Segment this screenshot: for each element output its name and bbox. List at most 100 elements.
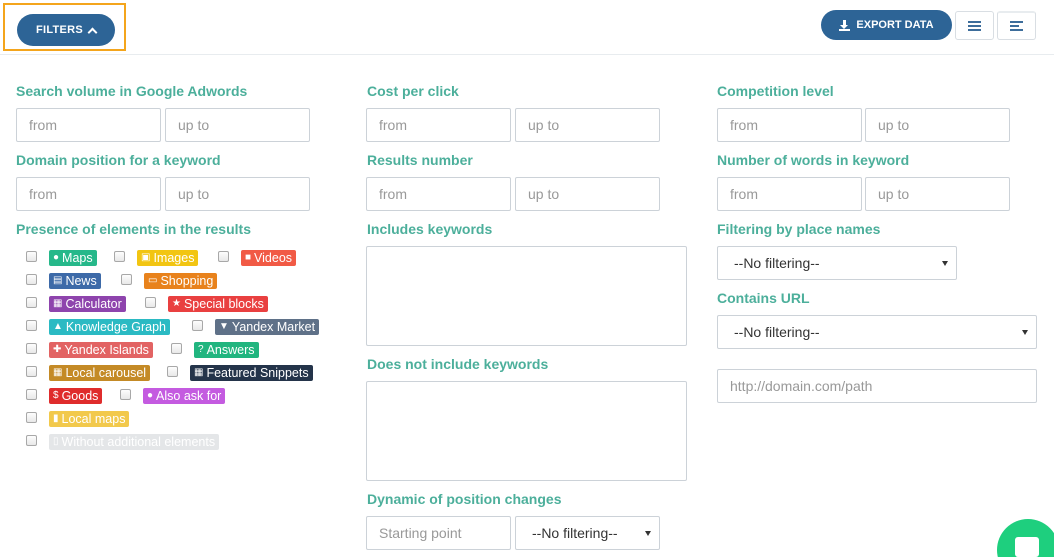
- newspaper-icon: ▤: [53, 275, 63, 286]
- words-count-to-input[interactable]: up to: [865, 177, 1010, 211]
- element-checkbox[interactable]: [114, 251, 125, 262]
- cart-icon: ▼: [219, 321, 229, 332]
- export-data-button[interactable]: EXPORT DATA: [821, 10, 952, 40]
- element-badge: ● Maps: [49, 250, 97, 266]
- url-input[interactable]: http://domain.com/path: [717, 369, 1037, 403]
- money-icon: ▭: [148, 275, 158, 286]
- element-badge-label: Local carousel: [65, 366, 147, 380]
- place-names-select[interactable]: --No filtering--: [717, 246, 957, 280]
- image-icon: ▣: [141, 252, 151, 263]
- element-checkbox[interactable]: [26, 366, 37, 377]
- video-icon: ■: [245, 252, 252, 263]
- element-badge-label: Images: [153, 251, 195, 265]
- cost-per-click-label: Cost per click: [367, 83, 459, 99]
- element-badge-label: Shopping: [160, 274, 214, 288]
- element-checkbox[interactable]: [26, 297, 37, 308]
- star-icon: ★: [172, 298, 181, 309]
- search-volume-from-input[interactable]: from: [16, 108, 161, 142]
- element-badge-label: Local maps: [61, 412, 126, 426]
- contains-url-label: Contains URL: [717, 290, 810, 306]
- chat-widget-button[interactable]: [997, 519, 1054, 557]
- element-badge-label: News: [65, 274, 97, 288]
- element-badge: $ Goods: [49, 388, 103, 404]
- element-badge-label: Maps: [62, 251, 93, 265]
- element-badge-label: Yandex Islands: [64, 343, 149, 357]
- chat-icon: [1015, 537, 1039, 557]
- element-checkbox[interactable]: [218, 251, 229, 262]
- element-checkbox[interactable]: [26, 320, 37, 331]
- not-includes-keywords-textarea[interactable]: [366, 381, 687, 481]
- element-badge-label: Answers: [206, 343, 255, 357]
- element-checkbox[interactable]: [145, 297, 156, 308]
- element-checkbox[interactable]: [26, 251, 37, 262]
- table-icon: ▦: [194, 367, 204, 378]
- results-number-from-input[interactable]: from: [366, 177, 511, 211]
- place-names-value: --No filtering--: [734, 255, 820, 271]
- element-badge: ▮ Local maps: [49, 411, 130, 427]
- words-count-from-input[interactable]: from: [717, 177, 862, 211]
- element-badge-label: Knowledge Graph: [65, 320, 166, 334]
- caret-down-icon: [942, 261, 948, 266]
- element-checkbox[interactable]: [171, 343, 182, 354]
- competition-to-input[interactable]: up to: [865, 108, 1010, 142]
- element-badge: ▲ Knowledge Graph: [49, 319, 170, 335]
- competition-from-input[interactable]: from: [717, 108, 862, 142]
- folded-map-icon: ▮: [53, 413, 59, 424]
- export-button-label: EXPORT DATA: [856, 19, 934, 31]
- map-marker-icon: ●: [53, 252, 60, 263]
- align-left-icon: [1010, 29, 1023, 31]
- domain-position-to-input[interactable]: up to: [165, 177, 310, 211]
- element-checkbox[interactable]: [121, 274, 132, 285]
- list-lines-icon: [968, 28, 981, 31]
- presence-elements-label: Presence of elements in the results: [16, 221, 251, 237]
- element-checkbox[interactable]: [26, 389, 37, 400]
- element-badge-label: Also ask for: [156, 389, 222, 403]
- align-left-icon: [1010, 21, 1023, 23]
- cost-per-click-to-input[interactable]: up to: [515, 108, 660, 142]
- caret-down-icon: [1022, 330, 1028, 335]
- cost-per-click-from-input[interactable]: from: [366, 108, 511, 142]
- list-lines-icon: [968, 20, 981, 23]
- element-checkbox[interactable]: [167, 366, 178, 377]
- contains-url-select[interactable]: --No filtering--: [717, 315, 1037, 349]
- list-view-button[interactable]: [955, 11, 994, 40]
- dollar-icon: $: [53, 390, 59, 401]
- place-names-label: Filtering by place names: [717, 221, 881, 237]
- element-badge: ▣ Images: [137, 250, 199, 266]
- align-left-icon: [1010, 25, 1019, 27]
- element-checkbox[interactable]: [26, 274, 37, 285]
- element-checkbox[interactable]: [26, 343, 37, 354]
- results-number-label: Results number: [367, 152, 473, 168]
- puzzle-icon: ✚: [53, 344, 62, 355]
- element-checkbox[interactable]: [26, 435, 37, 446]
- element-badge: ▭ Shopping: [144, 273, 218, 289]
- element-checkbox[interactable]: [120, 389, 131, 400]
- search-volume-label: Search volume in Google Adwords: [16, 83, 248, 99]
- chevron-up-icon: [87, 27, 98, 37]
- calculator-icon: ▦: [53, 298, 63, 309]
- element-checkbox[interactable]: [26, 412, 37, 423]
- competition-level-label: Competition level: [717, 83, 834, 99]
- element-badge: ▼ Yandex Market: [215, 319, 320, 335]
- includes-keywords-textarea[interactable]: [366, 246, 687, 346]
- search-volume-to-input[interactable]: up to: [165, 108, 310, 142]
- results-number-to-input[interactable]: up to: [515, 177, 660, 211]
- filters-toggle-button[interactable]: FILTERS: [17, 14, 115, 46]
- filters-highlight: FILTERS: [3, 3, 126, 51]
- element-badge: ■ Videos: [241, 250, 297, 266]
- caret-down-icon: [645, 531, 651, 536]
- domain-position-from-input[interactable]: from: [16, 177, 161, 211]
- starting-point-input[interactable]: Starting point: [366, 516, 511, 550]
- file-icon: ▯: [53, 436, 59, 447]
- dynamic-position-label: Dynamic of position changes: [367, 491, 562, 507]
- element-checkbox[interactable]: [192, 320, 203, 331]
- element-badge: ● Also ask for: [143, 388, 226, 404]
- element-badge: ▦ Calculator: [49, 296, 126, 312]
- grid-icon: ▦: [53, 367, 63, 378]
- dynamic-filter-value: --No filtering--: [532, 525, 618, 541]
- element-badge-label: Featured Snippets: [206, 366, 309, 380]
- download-icon: [839, 19, 851, 31]
- element-badge-label: Yandex Market: [231, 320, 316, 334]
- compact-view-button[interactable]: [997, 11, 1036, 40]
- dynamic-filter-select[interactable]: --No filtering--: [515, 516, 660, 550]
